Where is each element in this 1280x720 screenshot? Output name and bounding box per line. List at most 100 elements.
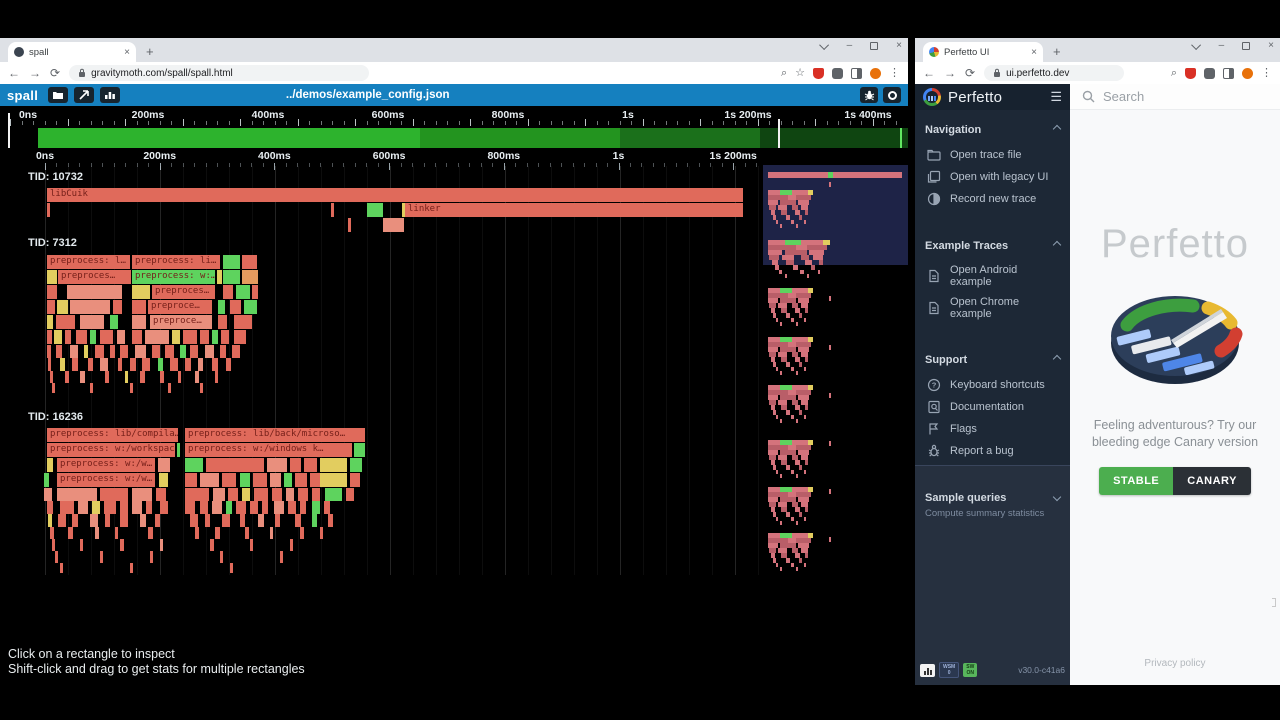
url-text: gravitymoth.com/spall/spall.html <box>91 68 233 79</box>
perfetto-logo <box>1105 281 1245 391</box>
file-icon <box>927 269 941 283</box>
pointer-tool-button[interactable] <box>74 87 94 103</box>
tab-close-icon[interactable]: × <box>1031 47 1037 58</box>
section-title[interactable]: Navigation <box>925 124 1060 136</box>
new-tab-button[interactable]: + <box>1053 44 1061 59</box>
sidebar-item-label: Open trace file <box>950 149 1022 161</box>
perfetto-main: Search Perfetto <box>1070 84 1280 685</box>
new-tab-button[interactable]: + <box>146 44 154 59</box>
tab-title: Perfetto UI <box>944 47 1026 58</box>
open-file-button[interactable] <box>48 87 68 103</box>
minimize-button[interactable]: – <box>847 41 853 51</box>
spall-browser-window: spall × + – × ← → ⟳ gravitymoth.com/spal… <box>0 38 908 685</box>
maximize-button[interactable] <box>870 42 878 50</box>
spall-wordmark: spall <box>7 88 38 103</box>
version-label: v30.0-c41a6 <box>1018 665 1065 675</box>
profile-avatar[interactable] <box>870 68 881 79</box>
circle-icon <box>888 91 897 100</box>
section-title[interactable]: Example Traces <box>925 240 1060 252</box>
folder-icon <box>927 148 941 162</box>
tab-search-icon[interactable] <box>1191 40 1201 50</box>
tab-close-icon[interactable]: × <box>124 47 130 58</box>
perfetto-header: Perfetto ☰ <box>915 84 1070 110</box>
tab-perfetto[interactable]: Perfetto UI × <box>923 42 1043 62</box>
close-button[interactable]: × <box>896 41 902 51</box>
maximize-button[interactable] <box>1242 42 1250 50</box>
hamburger-menu-icon[interactable]: ☰ <box>1050 89 1062 105</box>
sidebar-section-sample-queries: Sample queries Compute summary statistics <box>915 478 1070 529</box>
address-bar[interactable]: gravitymoth.com/spall/spall.html <box>69 65 369 81</box>
extensions-icon[interactable] <box>832 68 843 79</box>
profile-avatar[interactable] <box>1242 68 1253 79</box>
bookmark-star-icon[interactable]: ☆ <box>795 68 805 79</box>
sidebar-item-open-with-legacy-ui[interactable]: Open with legacy UI <box>925 166 1060 188</box>
extensions-row: ⌕ ☆ ⋮ <box>781 68 900 79</box>
extensions-icon[interactable] <box>1204 68 1215 79</box>
spall-toolbar: spall ../demos/example_config.json <box>0 84 908 106</box>
forward-button[interactable]: → <box>944 67 956 79</box>
search-icon <box>1082 90 1095 103</box>
adblock-extension-icon[interactable] <box>813 68 824 79</box>
sidebar-item-open-trace-file[interactable]: Open trace file <box>925 144 1060 166</box>
perfetto-favicon <box>929 47 939 57</box>
sidebar-section-example-traces: Example Traces Open Android exampleOpen C… <box>915 226 1070 340</box>
minimize-button[interactable]: – <box>1219 41 1225 51</box>
back-button[interactable]: ← <box>8 67 20 79</box>
adblock-extension-icon[interactable] <box>1185 68 1196 79</box>
sidebar-item-label: Report a bug <box>950 445 1014 457</box>
browser-toolbar: ← → ⟳ ui.perfetto.dev ⌕ ⋮ <box>915 62 1280 84</box>
tab-title: spall <box>29 47 119 58</box>
status-line-1: Click on a rectangle to inspect <box>8 647 305 662</box>
sidebar-item-flags[interactable]: Flags <box>925 418 1060 440</box>
address-bar[interactable]: ui.perfetto.dev <box>984 65 1124 81</box>
tab-strip: spall × + – × <box>0 38 908 62</box>
perfetto-app: Search Perfetto <box>915 84 1280 685</box>
bug-button[interactable] <box>860 87 878 103</box>
section-subtitle: Compute summary statistics <box>925 508 1060 519</box>
sidebar-item-record-new-trace[interactable]: Record new trace <box>925 188 1060 210</box>
tab-search-icon[interactable] <box>819 40 829 50</box>
record-button[interactable] <box>883 87 901 103</box>
canary-button[interactable]: CANARY <box>1173 467 1251 495</box>
legacy-ui-icon <box>927 170 941 184</box>
sidebar-item-keyboard-shortcuts[interactable]: ?Keyboard shortcuts <box>925 374 1060 396</box>
sidepanel-icon[interactable] <box>1223 68 1234 79</box>
menu-dots-icon[interactable]: ⋮ <box>889 68 900 79</box>
sidebar-section-support: Support ?Keyboard shortcutsDocumentationF… <box>915 340 1070 478</box>
canary-prompt: Feeling adventurous? Try our bleeding ed… <box>1073 417 1277 451</box>
forward-button[interactable]: → <box>29 67 41 79</box>
sidebar-footer: WSM0 SWON v30.0-c41a6 <box>920 662 1065 678</box>
sidebar-item-label: Record new trace <box>950 193 1036 205</box>
sidepanel-icon[interactable] <box>851 68 862 79</box>
sidebar-item-open-chrome-example[interactable]: Open Chrome example <box>925 292 1060 324</box>
reload-button[interactable]: ⟳ <box>50 67 60 79</box>
spall-app: spall ../demos/example_config.json <box>0 84 908 685</box>
status-help-text: Click on a rectangle to inspect Shift-cl… <box>8 647 305 677</box>
record-icon <box>927 192 941 206</box>
reload-button[interactable]: ⟳ <box>965 67 975 79</box>
status-line-2: Shift-click and drag to get stats for mu… <box>8 662 305 677</box>
metrics-badge-icon[interactable] <box>920 664 935 677</box>
lock-icon <box>78 68 86 78</box>
sidebar-item-report-a-bug[interactable]: Report a bug <box>925 440 1060 462</box>
tab-spall[interactable]: spall × <box>8 42 136 62</box>
stats-button[interactable] <box>100 87 120 103</box>
section-title[interactable]: Support <box>925 354 1060 366</box>
sidebar-item-label: Open with legacy UI <box>950 171 1048 183</box>
close-button[interactable]: × <box>1268 41 1274 51</box>
tab-strip: Perfetto UI × + – × <box>915 38 1280 62</box>
section-title[interactable]: Sample queries <box>925 492 1060 504</box>
privacy-policy-link[interactable]: Privacy policy <box>1070 658 1280 669</box>
perfetto-sidebar: Perfetto ☰ Navigation Open trace file Open… <box>915 84 1070 685</box>
back-button[interactable]: ← <box>923 67 935 79</box>
menu-dots-icon[interactable]: ⋮ <box>1261 68 1272 79</box>
stable-button[interactable]: STABLE <box>1099 467 1173 495</box>
extensions-row: ⌕ ⋮ <box>1171 68 1272 79</box>
sw-badge: SWON <box>963 663 977 677</box>
zoom-icon[interactable]: ⌕ <box>1171 68 1177 79</box>
document-title: ../demos/example_config.json <box>286 89 450 101</box>
search-bar[interactable]: Search <box>1070 84 1280 110</box>
sidebar-item-documentation[interactable]: Documentation <box>925 396 1060 418</box>
zoom-icon[interactable]: ⌕ <box>781 68 787 79</box>
sidebar-item-open-android-example[interactable]: Open Android example <box>925 260 1060 292</box>
